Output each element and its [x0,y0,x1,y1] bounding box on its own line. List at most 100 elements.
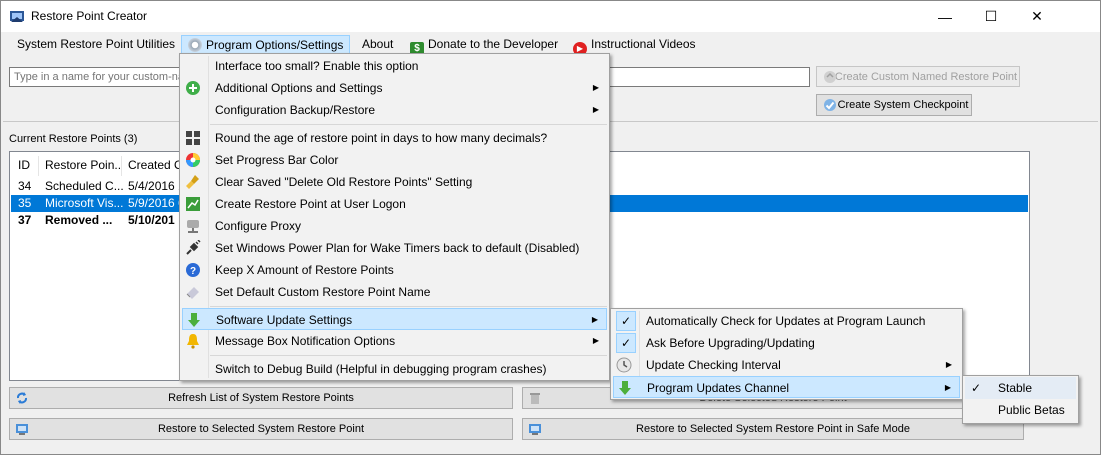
plus-icon [186,81,200,95]
checkmark-icon: ✓ [616,333,636,353]
menu-item-label: Additional Options and Settings [215,81,383,95]
download-arrow-icon [619,381,631,395]
menu-separator [210,124,607,125]
column-header-restore-point[interactable]: Restore Poin... [39,156,122,176]
checkmark-icon: ✓ [971,381,982,395]
submenu-arrow-icon: ▶ [592,105,599,114]
menu-item-power-plan[interactable]: Set Windows Power Plan for Wake Timers b… [182,237,607,259]
submenu-arrow-icon: ▶ [944,383,951,392]
menu-item-auto-check-updates[interactable]: ✓ Automatically Check for Updates at Pro… [613,310,960,332]
menu-label: System Restore Point Utilities [17,37,176,51]
minimize-button[interactable]: — [922,1,968,32]
menu-item-label: Update Checking Interval [646,358,781,372]
submenu-arrow-icon: ▶ [591,315,598,324]
menu-item-logon-restore[interactable]: Create Restore Point at User Logon [182,193,607,215]
menu-label: About [362,37,394,51]
menu-item-label: Software Update Settings [216,313,353,327]
submenu-arrow-icon: ▶ [945,360,952,369]
menu-item-label: Configure Proxy [215,219,302,233]
menu-item-label: Program Updates Channel [647,381,790,395]
bell-icon [187,334,199,349]
eraser-icon [186,287,199,299]
menu-item-label: Round the age of restore point in days t… [215,131,548,145]
menu-item-stable[interactable]: ✓ Stable [965,377,1076,399]
cell-name: Microsoft Vis... [45,196,123,210]
restore-safe-mode-button[interactable]: Restore to Selected System Restore Point… [522,418,1024,440]
menu-donate[interactable]: $ Donate to the Developer [404,35,564,56]
menu-item-software-update-settings[interactable]: Software Update Settings ▶ [182,308,607,330]
menu-label: Program Options/Settings [206,38,344,52]
create-custom-named-restore-point-button[interactable]: Create Custom Named Restore Point [816,66,1020,87]
menu-item-configure-proxy[interactable]: Configure Proxy [182,215,607,237]
menu-item-additional-options[interactable]: Additional Options and Settings ▶ [182,77,607,99]
menu-item-message-box-options[interactable]: Message Box Notification Options ▶ [182,330,607,352]
menu-item-public-betas[interactable]: Public Betas [965,399,1076,421]
restore-point-icon [824,71,836,83]
maximize-button[interactable]: ☐ [968,1,1014,32]
menu-program-options-settings[interactable]: Program Options/Settings [181,35,351,55]
checkmark-icon: ✓ [616,311,636,331]
refresh-list-button[interactable]: Refresh List of System Restore Points [9,387,513,409]
maximize-icon: ☐ [984,8,998,24]
close-icon: ✕ [1031,8,1043,24]
menu-item-label: Public Betas [998,403,1065,417]
menu-item-interface-too-small[interactable]: Interface too small? Enable this option [182,55,607,77]
gear-icon [188,38,202,52]
network-icon [187,220,199,233]
button-label: Create System Checkpoint [837,99,969,111]
restore-safe-mode-icon [529,424,541,435]
menu-separator [210,306,607,307]
menu-item-debug-build[interactable]: Switch to Debug Build (Helpful in debugg… [182,358,607,380]
column-header-id[interactable]: ID [12,156,39,176]
close-button[interactable]: ✕ [1014,1,1060,32]
menu-item-ask-before-upgrading[interactable]: ✓ Ask Before Upgrading/Updating [613,332,960,354]
menu-item-label: Message Box Notification Options [215,334,396,348]
menu-item-label: Ask Before Upgrading/Updating [646,336,815,350]
restore-points-count-label: Current Restore Points (3) [9,133,138,145]
create-system-checkpoint-button[interactable]: Create System Checkpoint [816,94,972,116]
menu-item-keep-x-amount[interactable]: ? Keep X Amount of Restore Points [182,259,607,281]
title-bar[interactable]: Restore Point Creator — ☐ ✕ [1,1,1100,32]
menu-item-label: Interface too small? Enable this option [215,59,419,73]
menu-item-label: Stable [998,381,1033,395]
button-label: Create Custom Named Restore Point [834,70,1018,83]
cell-name: Removed ... [45,213,113,227]
menu-item-program-updates-channel[interactable]: Program Updates Channel ▶ [613,376,960,398]
menu-item-label: Set Windows Power Plan for Wake Timers b… [215,241,580,255]
help-icon: ? [186,263,200,277]
download-arrow-icon [188,313,200,327]
cell-id: 35 [18,196,32,210]
menu-item-label: Keep X Amount of Restore Points [215,263,394,277]
software-update-submenu: ✓ Automatically Check for Updates at Pro… [610,308,963,400]
svg-text:?: ? [190,266,196,277]
menu-instructional-videos[interactable]: ▶ Instructional Videos [567,35,702,56]
restore-icon [16,424,28,435]
refresh-icon [17,392,27,404]
checkpoint-icon [824,99,836,111]
menu-about[interactable]: About [356,35,399,55]
menu-item-progress-bar-color[interactable]: Set Progress Bar Color [182,149,607,171]
menu-label: Instructional Videos [591,37,696,51]
program-options-menu: Interface too small? Enable this option … [179,53,610,381]
menu-item-round-age[interactable]: Round the age of restore point in days t… [182,127,607,149]
updates-channel-submenu: ✓ Stable Public Betas [962,375,1079,424]
menu-item-config-backup[interactable]: Configuration Backup/Restore ▶ [182,99,607,121]
chart-icon [186,197,200,211]
restore-selected-button[interactable]: Restore to Selected System Restore Point [9,418,513,440]
cell-name: Scheduled C... [45,179,123,193]
button-label: Restore to Selected System Restore Point [157,423,365,435]
trash-icon [530,393,540,404]
menu-item-update-interval[interactable]: Update Checking Interval ▶ [613,354,960,376]
app-icon [10,11,24,22]
menu-separator [210,355,607,356]
menu-item-label: Set Default Custom Restore Point Name [215,285,431,299]
menu-system-restore-point-utilities[interactable]: System Restore Point Utilities [11,35,181,55]
menu-item-label: Configuration Backup/Restore [215,103,376,117]
menu-item-label: Set Progress Bar Color [215,153,339,167]
power-plug-icon [186,240,201,255]
menu-item-label: Switch to Debug Build (Helpful in debugg… [215,362,547,376]
menu-item-default-name[interactable]: Set Default Custom Restore Point Name [182,281,607,303]
menu-item-label: Create Restore Point at User Logon [215,197,406,211]
menu-item-clear-saved[interactable]: Clear Saved "Delete Old Restore Points" … [182,171,607,193]
submenu-arrow-icon: ▶ [592,336,599,345]
